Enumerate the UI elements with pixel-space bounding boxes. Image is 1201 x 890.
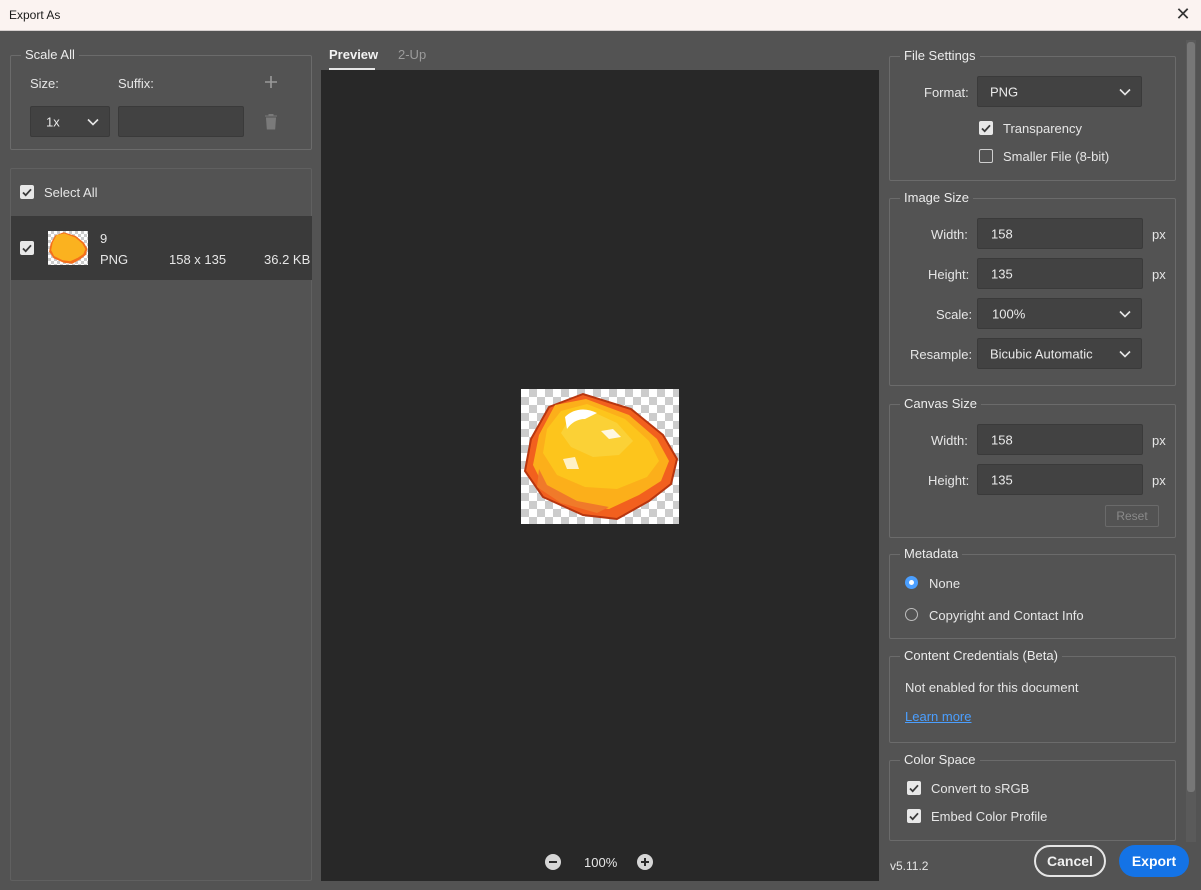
canvas-width-unit: px [1152, 433, 1166, 448]
file-settings-legend: File Settings [900, 48, 980, 63]
canvas-height-label: Height: [928, 473, 970, 488]
learn-more-link[interactable]: Learn more [905, 709, 971, 724]
zoom-level: 100% [584, 855, 618, 870]
scale-all-legend: Scale All [21, 47, 79, 62]
image-width-unit: px [1152, 227, 1166, 242]
resample-label: Resample: [910, 347, 973, 362]
smaller-file-checkbox[interactable] [979, 149, 993, 163]
version-label: v5.11.2 [890, 859, 929, 873]
embed-profile-checkbox[interactable] [907, 809, 921, 823]
chevron-down-icon [1119, 350, 1131, 358]
asset-format: PNG [100, 252, 129, 267]
convert-srgb-label: Convert to sRGB [931, 781, 1030, 796]
smaller-file-label: Smaller File (8-bit) [1003, 149, 1110, 164]
transparency-checkbox[interactable] [979, 121, 993, 135]
content-credentials-legend: Content Credentials (Beta) [900, 648, 1062, 663]
asset-dimensions: 158 x 135 [169, 252, 227, 267]
export-button[interactable]: Export [1119, 845, 1189, 877]
image-height-label: Height: [928, 267, 970, 282]
size-select[interactable]: 1x [30, 106, 110, 137]
image-size-legend: Image Size [900, 190, 974, 205]
metadata-copyright-label[interactable]: Copyright and Contact Info [929, 608, 1084, 623]
window-titlebar: Export As ✕ [0, 0, 1201, 31]
resample-select[interactable]: Bicubic Automatic [977, 338, 1142, 369]
metadata-none-radio[interactable] [905, 576, 918, 589]
image-height-value: 135 [991, 266, 1013, 281]
metadata-legend: Metadata [900, 546, 963, 561]
content-credentials-status: Not enabled for this document [905, 680, 1079, 695]
asset-row[interactable]: 9 PNG 158 x 135 36.2 KB [11, 216, 312, 280]
chevron-down-icon [1119, 88, 1131, 96]
resample-select-value: Bicubic Automatic [990, 346, 1093, 361]
format-select-value: PNG [990, 84, 1019, 99]
canvas-width-input[interactable]: 158 [977, 424, 1143, 455]
scale-select[interactable]: 100% [977, 298, 1142, 329]
export-button-label: Export [1131, 853, 1177, 869]
reset-button-label: Reset [1116, 509, 1148, 523]
reset-button[interactable]: Reset [1105, 505, 1159, 527]
asset-name: 9 [100, 231, 108, 246]
plus-icon[interactable] [263, 74, 279, 90]
canvas-size-legend: Canvas Size [900, 396, 981, 411]
gem-image [523, 392, 679, 521]
size-select-value: 1x [46, 114, 60, 129]
cancel-button-label: Cancel [1047, 853, 1093, 869]
size-label: Size: [30, 76, 59, 91]
select-all-label[interactable]: Select All [44, 185, 97, 200]
embed-profile-label: Embed Color Profile [931, 809, 1048, 824]
zoom-out-icon[interactable] [545, 854, 561, 870]
chevron-down-icon [87, 118, 99, 126]
asset-thumbnail [48, 231, 88, 265]
tab-2up[interactable]: 2-Up [398, 47, 426, 62]
select-all-checkbox[interactable] [20, 185, 34, 199]
canvas-height-unit: px [1152, 473, 1166, 488]
settings-scrollbar-thumb[interactable] [1187, 42, 1195, 792]
asset-checkbox[interactable] [20, 241, 34, 255]
metadata-none-label[interactable]: None [929, 576, 960, 591]
image-width-label: Width: [931, 227, 968, 242]
transparency-label: Transparency [1003, 121, 1082, 136]
format-label: Format: [924, 85, 969, 100]
image-height-input[interactable]: 135 [977, 258, 1143, 289]
trash-icon[interactable] [263, 113, 279, 130]
suffix-label: Suffix: [118, 76, 154, 91]
content-credentials-group: Content Credentials (Beta) [889, 648, 1176, 743]
image-width-value: 158 [991, 226, 1013, 241]
metadata-group: Metadata [889, 546, 1176, 639]
convert-srgb-checkbox[interactable] [907, 781, 921, 795]
preview-image [521, 389, 679, 524]
image-height-unit: px [1152, 267, 1166, 282]
canvas-width-value: 158 [991, 432, 1013, 447]
scale-label: Scale: [936, 307, 973, 322]
asset-size: 36.2 KB [264, 252, 311, 267]
canvas-width-label: Width: [931, 433, 968, 448]
canvas-height-input[interactable]: 135 [977, 464, 1143, 495]
tab-preview[interactable]: Preview [329, 47, 378, 62]
close-icon[interactable]: ✕ [1175, 5, 1191, 23]
cancel-button[interactable]: Cancel [1034, 845, 1106, 877]
window-title: Export As [9, 8, 61, 22]
format-select[interactable]: PNG [977, 76, 1142, 107]
suffix-input[interactable] [118, 106, 244, 137]
chevron-down-icon [1119, 310, 1131, 318]
color-space-legend: Color Space [900, 752, 980, 767]
scale-select-value: 100% [992, 306, 1026, 321]
color-space-group: Color Space [889, 752, 1176, 841]
zoom-in-icon[interactable] [637, 854, 653, 870]
metadata-copyright-radio[interactable] [905, 608, 918, 621]
image-width-input[interactable]: 158 [977, 218, 1143, 249]
canvas-height-value: 135 [991, 472, 1013, 487]
